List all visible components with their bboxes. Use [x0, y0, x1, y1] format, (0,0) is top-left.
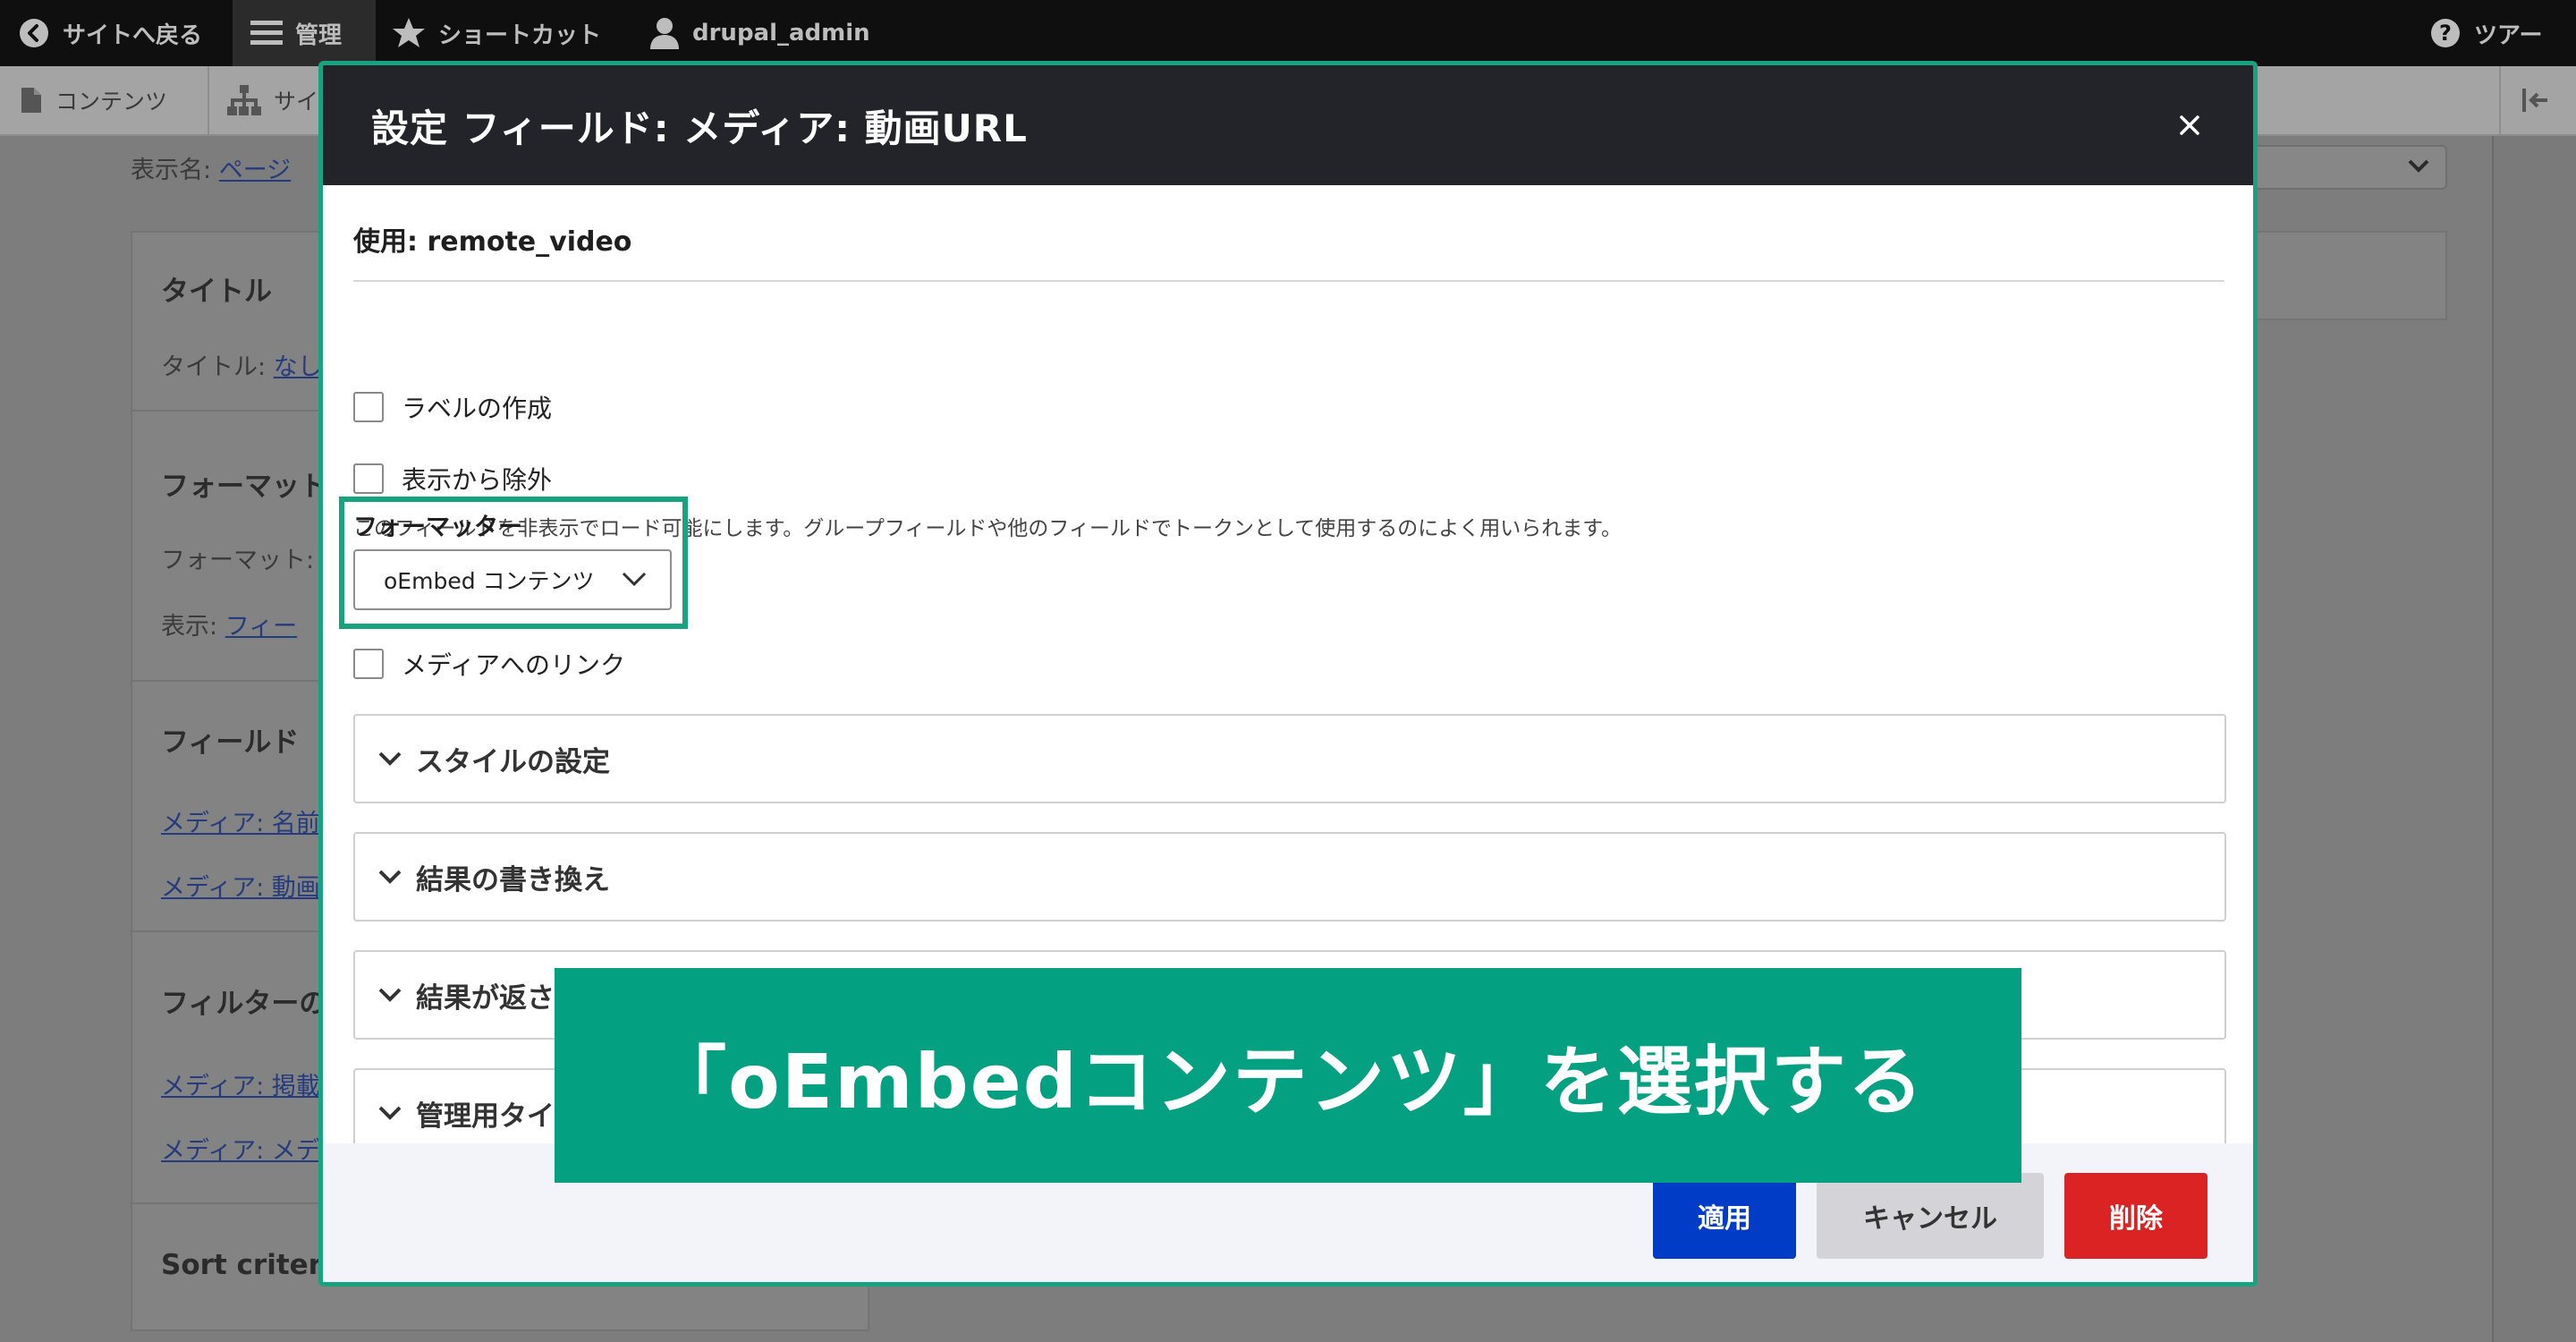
tour-button[interactable]: ? ツアー [2429, 0, 2542, 66]
filter-link-published[interactable]: メディア: 掲載 [161, 1066, 320, 1101]
show-link[interactable]: フィー [225, 613, 297, 641]
back-to-site-button[interactable]: サイトへ戻る [18, 0, 202, 66]
menu-separator [208, 66, 209, 134]
instruction-callout: 「oEmbedコンテンツ」を選択する [555, 968, 2021, 1183]
apply-button[interactable]: 適用 [1653, 1173, 1796, 1259]
chevron-down-icon [378, 988, 402, 1002]
instruction-callout-text: 「oEmbedコンテンツ」を選択する [651, 1037, 1925, 1125]
title-section-heading: タイトル [161, 276, 272, 308]
chevron-down-icon [2408, 159, 2429, 173]
shortcuts-label: ショートカット [438, 21, 602, 49]
close-icon [2180, 115, 2199, 135]
show-row: 表示: フィー [161, 607, 297, 641]
user-tab[interactable]: drupal_admin [649, 0, 870, 66]
chevron-down-icon [622, 572, 647, 587]
formatter-label: フォーマッター [353, 514, 522, 541]
link-to-media-row: メディアへのリンク [353, 646, 625, 682]
title-label: タイトル: [161, 353, 267, 381]
create-label-text: ラベルの作成 [402, 394, 553, 423]
show-label: 表示: [161, 613, 218, 641]
link-to-media-label: メディアへのリンク [402, 650, 626, 680]
hamburger-icon [250, 21, 283, 45]
create-label-row: ラベルの作成 [353, 389, 552, 425]
menu-content[interactable]: コンテンツ [20, 66, 167, 134]
admin-toolbar: サイトへ戻る 管理 ショートカット drupal_admin ? ツアー [0, 0, 2576, 66]
title-row: タイトル: なし [161, 347, 322, 382]
background-select[interactable] [2254, 145, 2447, 190]
accordion-label: 管理用タイ [416, 1100, 555, 1133]
toolbar-orientation-toggle[interactable] [2521, 66, 2563, 134]
field-link-video[interactable]: メディア: 動画 [161, 868, 320, 903]
dialog-close-button[interactable] [2165, 101, 2214, 149]
manage-tab[interactable]: 管理 [233, 0, 376, 66]
delete-button[interactable]: 削除 [2064, 1173, 2207, 1259]
chevron-down-icon [378, 1106, 402, 1120]
filter-link-media[interactable]: メディア: メデ [161, 1131, 320, 1166]
formatter-select-value: oEmbed コンテンツ [384, 568, 595, 594]
background-right-rail [2492, 136, 2576, 1342]
header-divider [353, 280, 2224, 282]
menu-content-label: コンテンツ [55, 89, 168, 115]
title-link[interactable]: なし [274, 353, 322, 381]
accordion-label: 結果が返さ [416, 981, 555, 1015]
format-section-heading: フォーマット [161, 471, 327, 503]
dialog-header: 設定 フィールド: メディア: 動画URL [323, 65, 2253, 185]
sitemap-icon [227, 85, 261, 115]
exclude-row: 表示から除外 [353, 461, 552, 497]
document-icon [21, 88, 41, 113]
exclude-checkbox[interactable] [353, 463, 384, 494]
filters-section-heading: フィルターの [161, 988, 327, 1020]
user-icon [650, 18, 679, 49]
star-icon [393, 18, 425, 47]
create-label-checkbox[interactable] [353, 392, 384, 422]
link-to-media-checkbox[interactable] [353, 649, 384, 679]
chevron-down-icon [378, 752, 402, 766]
menu-structure[interactable]: サイ [227, 66, 318, 134]
menu-separator [2499, 66, 2501, 134]
help-icon: ? [2431, 19, 2460, 47]
chevron-down-icon [378, 870, 402, 884]
accordion-rewrite-results[interactable]: 結果の書き換え [353, 832, 2226, 922]
field-link-name[interactable]: メディア: 名前 [161, 803, 320, 838]
manage-label: 管理 [295, 21, 343, 49]
display-name-row: 表示名: ページ [131, 150, 291, 185]
back-to-site-label: サイトへ戻る [63, 21, 203, 49]
menu-structure-label: サイ [274, 89, 319, 115]
format-label: フォーマット: [161, 547, 315, 574]
accordion-style-settings[interactable]: スタイルの設定 [353, 714, 2226, 803]
accordion-label: 結果の書き換え [416, 863, 610, 896]
usage-label: 使用: remote_video [353, 226, 632, 258]
tour-label: ツアー [2474, 21, 2543, 49]
accordion-label: スタイルの設定 [416, 745, 610, 778]
display-name-link[interactable]: ページ [219, 157, 291, 184]
collapse-left-icon [2522, 89, 2547, 112]
background-right-panel [2254, 231, 2447, 320]
back-arrow-icon [20, 19, 48, 47]
cancel-button[interactable]: キャンセル [1817, 1173, 2044, 1259]
user-label: drupal_admin [692, 20, 870, 47]
svg-text:?: ? [2439, 21, 2452, 46]
formatter-select[interactable]: oEmbed コンテンツ [353, 549, 672, 610]
exclude-label: 表示から除外 [402, 465, 553, 495]
display-name-label: 表示名: [131, 157, 212, 184]
fields-section-heading: フィールド [161, 726, 300, 759]
shortcuts-tab[interactable]: ショートカット [392, 0, 601, 66]
dialog-title: 設定 フィールド: メディア: 動画URL [371, 106, 1028, 150]
